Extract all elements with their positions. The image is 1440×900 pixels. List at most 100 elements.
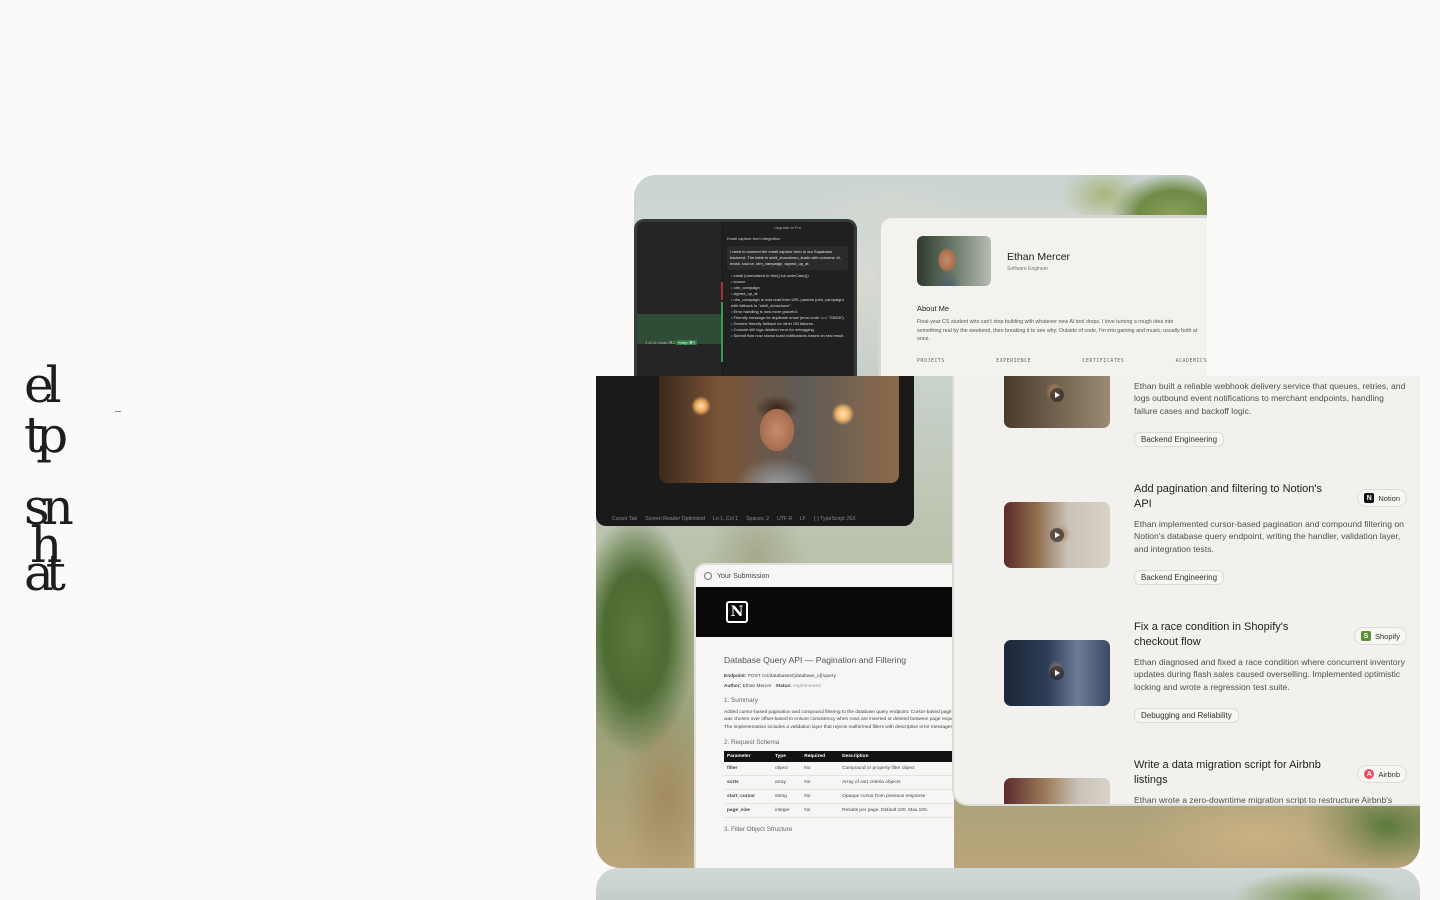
editor-statusbar: Cursor Tab Screen Reader Optimized Ln 1,… — [612, 516, 856, 522]
profile-role: Software Engineer — [1007, 266, 1049, 272]
tab-experience[interactable]: EXPERIENCE — [996, 359, 1031, 364]
tab-certificates[interactable]: CERTIFICATES — [1082, 359, 1124, 364]
video-thumbnail[interactable] — [1004, 640, 1110, 706]
table-cell: No — [801, 775, 840, 791]
table-cell: Opaque cursor from previous response — [839, 789, 954, 805]
table-row: page_size integer No Results per page. D… — [724, 803, 954, 819]
author-value: Ethan Mercer — [742, 684, 772, 689]
painting-background-bottom — [596, 868, 1420, 900]
status-screen-reader[interactable]: Screen Reader Optimized — [645, 516, 705, 522]
endpoint-label: Endpoint: — [724, 674, 747, 679]
table-cell: Array of sort criteria objects — [839, 775, 954, 791]
table-header-row: Parameter Type Required Description — [724, 751, 954, 763]
doc-endpoint: Endpoint: POST /v1/databases/{database_i… — [724, 674, 954, 679]
project-description: Ethan wrote a zero-downtime migration sc… — [1134, 795, 1393, 805]
status-label: Status: — [775, 684, 792, 689]
chat-request: I need to connect the email capture form… — [727, 246, 848, 270]
company-badge-shopify: S Shopify — [1353, 627, 1407, 645]
page: el tp sn h at 1 of 11 Undo ⌘Z Keep ⌘Y Em… — [0, 0, 1440, 900]
table-cell: filter — [724, 762, 773, 777]
project-tag: Debugging and Reliability — [1134, 708, 1239, 723]
video-thumbnail[interactable] — [1004, 502, 1110, 568]
webcam-video[interactable] — [659, 376, 899, 483]
doc-header-label: Your Submission — [717, 572, 770, 580]
play-icon[interactable] — [1050, 528, 1064, 542]
column-header: Parameter — [724, 751, 773, 763]
keep-button[interactable]: Keep ⌘Y — [676, 340, 698, 345]
hero-glyph: at — [24, 544, 66, 602]
table-cell: object — [772, 762, 802, 777]
notion-logo-icon: N — [726, 601, 748, 623]
table-cell: No — [801, 803, 840, 819]
hero-glyph: tp — [24, 406, 68, 464]
table-row: start_cursor string No Opaque cursor fro… — [724, 789, 954, 805]
company-name: Shopify — [1374, 631, 1400, 641]
doc-body: Database Query API — Pagination and Filt… — [696, 637, 954, 833]
status-cursor-tab[interactable]: Cursor Tab — [612, 516, 637, 522]
section-heading: 2. Request Schema — [724, 739, 780, 747]
list-item: Submit flow now shows toast notification… — [731, 333, 848, 339]
project-tag: Backend Engineering — [1134, 432, 1225, 447]
notion-icon: N — [1364, 493, 1375, 503]
chat-response-list: email (normalized to trim().toLowerCase(… — [727, 273, 848, 339]
status-language[interactable]: { } TypeScript JSX — [814, 516, 856, 522]
table-cell: integer — [772, 803, 802, 819]
table-row: filter object No Compound or property fi… — [724, 762, 954, 777]
column-header: Type — [772, 751, 802, 763]
doc-title: Database Query API — Pagination and Filt… — [724, 655, 907, 665]
project-description: Ethan diagnosed and fixed a race conditi… — [1134, 657, 1405, 692]
tab-projects[interactable]: PROJECTS — [917, 359, 945, 364]
section-heading: 1. Summary — [724, 697, 758, 704]
editor-pane — [637, 222, 721, 376]
project-tag: Backend Engineering — [1134, 570, 1225, 585]
avatar — [917, 236, 991, 286]
chat-title: Email capture form integration — [727, 236, 781, 241]
endpoint-value: POST /v1/databases/{database_id}/query — [747, 674, 836, 679]
project-description: Ethan implemented cursor-based paginatio… — [1134, 519, 1404, 554]
video-call-window: Cursor Tab Screen Reader Optimized Ln 1,… — [596, 376, 914, 526]
hero-glyph: el — [24, 356, 61, 414]
doc-header: Your Submission — [696, 565, 954, 587]
list-item: utm_campaign is now read from URL params… — [731, 297, 848, 309]
airbnb-icon: A — [1364, 769, 1375, 779]
status-position[interactable]: Ln 1, Col 1 — [713, 516, 738, 522]
play-icon[interactable] — [1050, 666, 1064, 680]
ai-chat-panel: Email capture form integration I need to… — [723, 222, 854, 376]
divider — [115, 411, 121, 412]
undo-status: 1 of 11 Undo ⌘Z — [645, 340, 676, 345]
status-eol[interactable]: LF — [800, 516, 806, 522]
upgrade-link[interactable]: Upgrade to Pro — [774, 225, 801, 230]
column-header: Required — [801, 751, 840, 763]
video-thumbnail[interactable] — [1004, 778, 1110, 804]
section-heading: 3. Filter Object Structure — [724, 826, 793, 834]
project-title[interactable]: Fix a race condition in Shopify's checko… — [1134, 620, 1324, 650]
table-row: sorts array No Array of sort criteria ob… — [724, 775, 954, 791]
table-cell: page_size — [724, 803, 773, 819]
table-cell: string — [772, 789, 802, 805]
table-cell: No — [801, 789, 840, 805]
status-encoding[interactable]: UTF-8 — [777, 516, 792, 522]
project-title[interactable]: Add pagination and filtering to Notion's… — [1134, 482, 1324, 512]
video-thumbnail[interactable] — [1004, 376, 1110, 428]
table-cell: Compound or property filter object — [839, 762, 954, 777]
column-header: Description — [839, 751, 954, 763]
profile-name: Ethan Mercer — [1007, 251, 1071, 263]
summary-text: Added cursor-based pagination and compou… — [724, 710, 954, 730]
status-spaces[interactable]: Spaces: 2 — [746, 516, 769, 522]
request-schema-table: Parameter Type Required Description filt… — [724, 751, 954, 819]
profile-tabs: PROJECTS EXPERIENCE CERTIFICATES ACADEMI… — [917, 359, 1207, 364]
editor-status: 1 of 11 Undo ⌘Z Keep ⌘Y — [645, 340, 698, 345]
tab-academics[interactable]: ACADEMICS — [1176, 359, 1207, 364]
profile-card: Ethan Mercer Software Engineer About Me … — [878, 215, 1207, 376]
project-description: Ethan built a reliable webhook delivery … — [1134, 381, 1406, 416]
about-heading: About Me — [917, 304, 950, 313]
company-badge-notion: N Notion — [1357, 489, 1407, 507]
table-cell: No — [801, 762, 840, 777]
code-editor-window: 1 of 11 Undo ⌘Z Keep ⌘Y Email capture fo… — [634, 219, 857, 376]
project-title[interactable]: Write a data migration script for Airbnb… — [1134, 758, 1324, 788]
play-icon[interactable] — [1050, 388, 1064, 402]
doc-banner: N — [696, 587, 954, 637]
table-cell: sorts — [724, 775, 773, 791]
status-value: Implemented — [793, 684, 821, 689]
about-text: Final-year CS student who can't stop bui… — [917, 319, 1198, 343]
